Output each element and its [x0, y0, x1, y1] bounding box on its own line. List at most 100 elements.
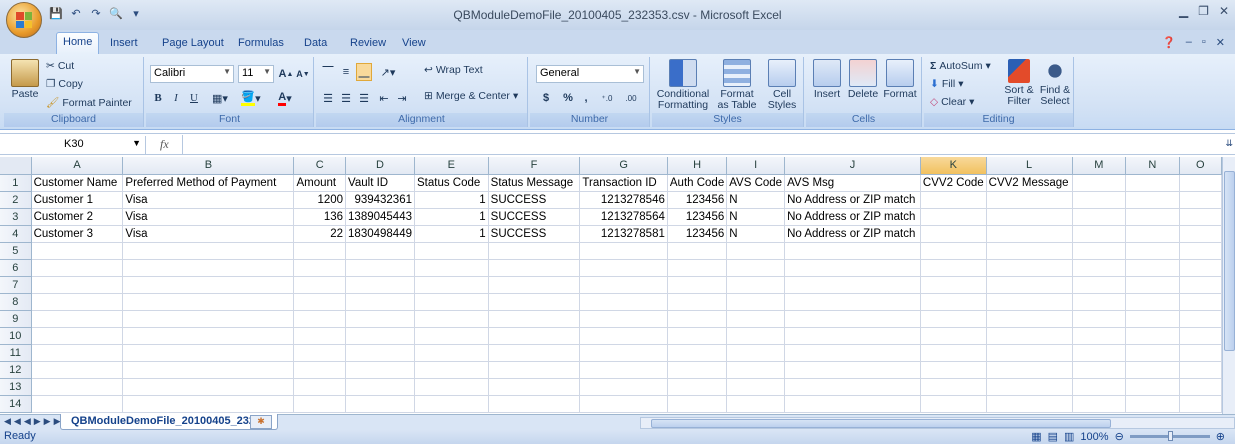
cell[interactable] [1072, 276, 1127, 294]
cell[interactable] [667, 293, 728, 311]
cell[interactable]: Visa [122, 208, 295, 226]
cell[interactable] [414, 378, 489, 396]
scroll-thumb[interactable] [1224, 171, 1235, 351]
column-header[interactable]: O [1179, 157, 1223, 175]
cell[interactable] [1072, 259, 1127, 277]
cell[interactable] [293, 361, 347, 379]
cell[interactable] [122, 378, 295, 396]
cell[interactable] [293, 395, 347, 413]
row-header[interactable]: 11 [0, 344, 32, 362]
cell[interactable] [414, 327, 489, 345]
align-bottom-icon[interactable]: ⎽ [356, 63, 372, 81]
cell[interactable] [1125, 174, 1180, 192]
tab-view[interactable]: View [396, 34, 432, 52]
cell[interactable]: 1389045443 [345, 208, 415, 226]
delete-cells-button[interactable]: Delete [846, 59, 880, 100]
cell[interactable] [1125, 259, 1180, 277]
cell[interactable] [667, 327, 728, 345]
cell[interactable] [726, 361, 786, 379]
column-header[interactable]: L [986, 157, 1073, 175]
cell[interactable] [726, 378, 786, 396]
column-header[interactable]: G [579, 157, 668, 175]
cell[interactable]: 1213278564 [579, 208, 668, 226]
cell[interactable] [986, 276, 1073, 294]
cell[interactable] [1179, 276, 1223, 294]
row-header[interactable]: 9 [0, 310, 32, 328]
cell[interactable] [1072, 361, 1127, 379]
conditional-formatting-button[interactable]: Conditional Formatting [654, 59, 712, 111]
cell[interactable] [488, 310, 581, 328]
cell[interactable]: Visa [122, 225, 295, 243]
cell[interactable]: N [726, 225, 786, 243]
cell[interactable]: Auth Code [667, 174, 728, 192]
cell[interactable] [1179, 361, 1223, 379]
currency-button[interactable]: $ [536, 89, 556, 107]
tab-page-layout[interactable]: Page Layout [156, 34, 230, 52]
column-header[interactable]: N [1125, 157, 1180, 175]
cell[interactable] [414, 276, 489, 294]
cell[interactable] [579, 293, 668, 311]
workbook-restore-icon[interactable]: ▫ [1202, 36, 1206, 49]
cell[interactable] [920, 242, 987, 260]
cell[interactable] [31, 242, 124, 260]
cell[interactable] [31, 293, 124, 311]
sort-filter-button[interactable]: Sort & Filter [1002, 59, 1036, 107]
cell[interactable]: Status Code [414, 174, 489, 192]
page-layout-view-icon[interactable]: ▤ [1048, 430, 1058, 443]
cell[interactable] [784, 327, 921, 345]
cell[interactable]: Amount [293, 174, 347, 192]
cell[interactable] [920, 327, 987, 345]
cell[interactable] [1179, 395, 1223, 413]
column-header[interactable]: M [1072, 157, 1127, 175]
scroll-thumb[interactable] [651, 419, 1111, 428]
cell[interactable] [31, 344, 124, 362]
cell[interactable] [31, 276, 124, 294]
minimize-icon[interactable]: ▁ [1179, 4, 1188, 18]
insert-sheet-icon[interactable]: ✱ [250, 415, 272, 429]
cell-table[interactable]: ABCDEFGHIJKLMNO 1 Customer Name Preferred … [0, 157, 1223, 413]
zoom-out-icon[interactable]: ⊖ [1115, 430, 1124, 443]
align-left-icon[interactable]: ☰ [320, 89, 336, 107]
column-header[interactable]: K [920, 157, 987, 175]
cell[interactable] [1125, 242, 1180, 260]
cell[interactable] [1072, 378, 1127, 396]
fill-button[interactable]: ⬇ Fill ▾ [930, 78, 964, 90]
cell[interactable] [920, 310, 987, 328]
horizontal-scrollbar[interactable] [640, 417, 1235, 429]
cell[interactable] [667, 276, 728, 294]
format-as-table-button[interactable]: Format as Table [714, 59, 760, 111]
cell[interactable] [345, 395, 415, 413]
cell[interactable] [986, 242, 1073, 260]
autosum-button[interactable]: Σ AutoSum ▾ [930, 60, 991, 72]
tab-review[interactable]: Review [344, 34, 392, 52]
formula-input[interactable] [182, 135, 1221, 154]
cell[interactable] [1125, 293, 1180, 311]
cell[interactable] [122, 395, 295, 413]
column-header[interactable]: I [726, 157, 786, 175]
cell[interactable] [122, 242, 295, 260]
cell[interactable]: 1213278581 [579, 225, 668, 243]
cut-button[interactable]: ✂ Cut [46, 60, 74, 72]
office-button[interactable] [6, 2, 42, 38]
cell[interactable] [345, 327, 415, 345]
cell[interactable] [122, 310, 295, 328]
cell[interactable] [122, 276, 295, 294]
cell[interactable] [667, 344, 728, 362]
cell[interactable] [1125, 310, 1180, 328]
workbook-minimize-icon[interactable]: – [1186, 36, 1192, 49]
cell[interactable] [667, 310, 728, 328]
cell[interactable]: 123456 [667, 208, 728, 226]
select-all-corner[interactable] [0, 157, 32, 175]
sheet-tab[interactable]: QBModuleDemoFile_20100405_23235 [60, 414, 279, 430]
cell[interactable]: 1 [414, 225, 489, 243]
cell[interactable] [1125, 395, 1180, 413]
row-header[interactable]: 1 [0, 174, 32, 192]
cell[interactable]: Transaction ID [579, 174, 668, 192]
cell[interactable] [1125, 378, 1180, 396]
cell[interactable] [1072, 395, 1127, 413]
italic-button[interactable]: I [168, 89, 184, 107]
clear-button[interactable]: ◇ Clear ▾ [930, 96, 974, 108]
cell[interactable] [726, 344, 786, 362]
cell[interactable] [345, 293, 415, 311]
cell[interactable] [31, 361, 124, 379]
